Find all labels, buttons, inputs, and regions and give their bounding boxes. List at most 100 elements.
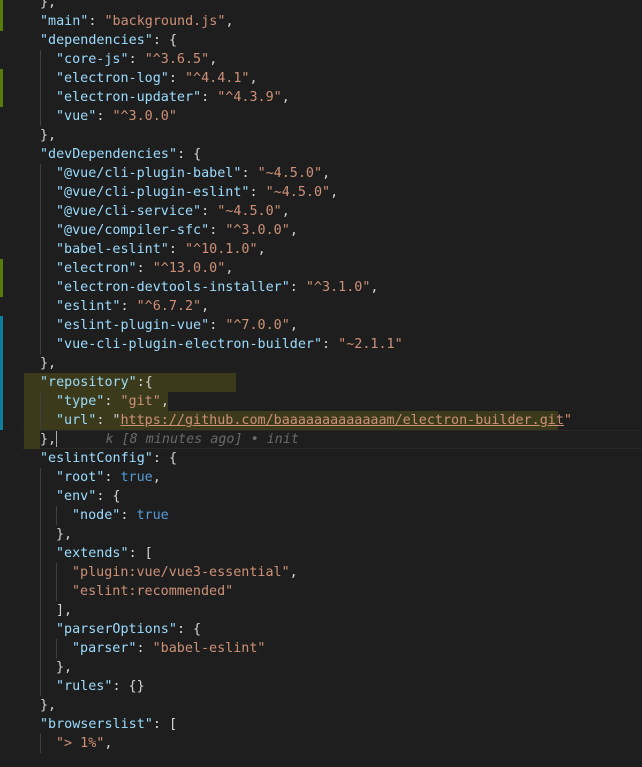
code-text[interactable]: "@vue/compiler-sfc": "^3.0.0", [56,221,298,240]
code-text[interactable]: ], [56,601,72,620]
code-text[interactable]: "url": "https://github.com/baaaaaaaaaaaa… [56,411,572,430]
code-text[interactable]: "electron-updater": "^4.3.9", [56,88,290,107]
code-text[interactable]: "node": true [72,506,169,525]
code-text[interactable]: "@vue/cli-service": "~4.5.0", [56,202,290,221]
code-line[interactable]: ], [0,601,642,620]
code-line[interactable]: }, [0,0,642,12]
code-line[interactable]: "> 1%", [0,734,642,753]
code-text[interactable]: "> 1%", [56,734,112,753]
code-line[interactable]: "main": "background.js", [0,12,642,31]
code-line[interactable]: "vue-cli-plugin-electron-builder": "~2.1… [0,335,642,354]
code-line[interactable]: "electron": "^13.0.0", [0,259,642,278]
code-text[interactable]: "electron-devtools-installer": "^3.1.0", [56,278,378,297]
code-token: : [ [128,546,153,561]
code-line[interactable]: "devDependencies": { [0,145,642,164]
code-line[interactable]: "dependencies": { [0,31,642,50]
code-line[interactable]: "@vue/cli-service": "~4.5.0", [0,202,642,221]
code-text[interactable]: }, [56,658,72,677]
gutter-change-marker[interactable] [0,316,3,335]
code-text[interactable]: "browserslist": [ [40,715,177,734]
code-line[interactable]: "parserOptions": { [0,620,642,639]
gutter-change-marker[interactable] [0,69,3,88]
code-text[interactable]: }, [56,525,72,544]
code-text[interactable]: "parserOptions": { [56,620,201,639]
code-text[interactable]: "devDependencies": { [40,145,201,164]
code-line[interactable]: "rules": {} [0,677,642,696]
code-text[interactable]: "main": "background.js", [40,12,234,31]
gutter-change-marker[interactable] [0,278,3,297]
code-text[interactable]: "repository":{ [40,373,153,392]
gutter-change-marker[interactable] [0,335,3,354]
code-line[interactable]: "url": "https://github.com/baaaaaaaaaaaa… [0,411,642,430]
code-text[interactable]: "eslint-plugin-vue": "^7.0.0", [56,316,298,335]
code-line[interactable]: }, [0,696,642,715]
gutter-change-marker[interactable] [0,411,3,430]
code-text[interactable]: }, [40,354,56,373]
code-line[interactable]: "eslint:recommended" [0,582,642,601]
code-text[interactable]: "dependencies": { [40,31,177,50]
code-text[interactable]: }, [40,696,56,715]
indent-guide [40,202,41,221]
code-line[interactable]: "root": true, [0,468,642,487]
code-line[interactable]: "electron-updater": "^4.3.9", [0,88,642,107]
gutter-change-marker[interactable] [0,259,3,278]
code-line[interactable]: "plugin:vue/vue3-essential", [0,563,642,582]
code-line[interactable]: "parser": "babel-eslint" [0,639,642,658]
code-line[interactable]: "babel-eslint": "^10.1.0", [0,240,642,259]
code-text[interactable]: "vue-cli-plugin-electron-builder": "~2.1… [56,335,403,354]
code-token: : [209,223,226,238]
code-text[interactable]: "env": { [56,487,121,506]
code-line[interactable]: "core-js": "^3.6.5", [0,50,642,69]
code-text[interactable]: "plugin:vue/vue3-essential", [72,563,298,582]
code-line[interactable]: "node": true [0,506,642,525]
code-line[interactable]: "eslint": "^6.7.2", [0,297,642,316]
gutter-change-marker[interactable] [0,392,3,411]
code-text[interactable]: "extends": [ [56,544,153,563]
gutter-change-marker[interactable] [0,373,3,392]
code-line[interactable]: "electron-devtools-installer": "^3.1.0", [0,278,642,297]
code-text[interactable]: "electron-log": "^4.4.1", [56,69,258,88]
code-line[interactable]: "vue": "^3.0.0" [0,107,642,126]
code-token: ], [56,603,73,618]
code-text[interactable]: "eslint": "^6.7.2", [56,297,209,316]
gutter-change-marker[interactable] [0,0,3,12]
code-text[interactable]: "rules": {} [56,677,145,696]
code-line[interactable]: }, [0,658,642,677]
code-text[interactable]: "core-js": "^3.6.5", [56,50,217,69]
code-text[interactable]: "root": true, [56,468,161,487]
code-line[interactable]: }, [0,354,642,373]
code-line[interactable]: "repository":{ [0,373,642,392]
code-line[interactable]: "electron-log": "^4.4.1", [0,69,642,88]
code-line[interactable]: }, [0,525,642,544]
code-line[interactable]: "env": { [0,487,642,506]
code-text[interactable]: "babel-eslint": "^10.1.0", [56,240,266,259]
code-text[interactable]: "type": "git", [56,392,169,411]
code-line[interactable]: "eslint-plugin-vue": "^7.0.0", [0,316,642,335]
code-token: " [563,413,572,428]
code-line[interactable]: "type": "git", [0,392,642,411]
code-line[interactable]: "eslintConfig": { [0,449,642,468]
code-line[interactable]: }, [0,126,642,145]
code-text[interactable]: "@vue/cli-plugin-babel": "~4.5.0", [56,164,330,183]
code-text[interactable]: }, [40,0,56,12]
gutter-change-marker[interactable] [0,88,3,107]
code-text[interactable]: "parser": "babel-eslint" [72,639,266,658]
code-line[interactable]: "@vue/cli-plugin-babel": "~4.5.0", [0,164,642,183]
code-line[interactable]: "@vue/cli-plugin-eslint": "~4.5.0", [0,183,642,202]
gutter-change-marker[interactable] [0,354,3,373]
code-text[interactable]: }, k [8 minutes ago] • init [40,430,299,449]
code-line[interactable]: "extends": [ [0,544,642,563]
code-text[interactable]: "eslint:recommended" [72,582,233,601]
code-editor[interactable]: }, "main": "background.js", "dependencies"… [0,0,642,767]
code-line[interactable]: "browserslist": [ [0,715,642,734]
code-text[interactable]: "vue": "^3.0.0" [56,107,177,126]
code-text[interactable]: "@vue/cli-plugin-eslint": "~4.5.0", [56,183,338,202]
code-text[interactable]: }, [40,126,56,145]
code-text[interactable]: "eslintConfig": { [40,449,177,468]
code-token: : [88,14,105,29]
code-line[interactable]: "@vue/compiler-sfc": "^3.0.0", [0,221,642,240]
code-line[interactable]: }, k [8 minutes ago] • init [0,430,642,449]
code-token: : [120,508,137,523]
gutter-change-marker[interactable] [0,12,3,31]
code-text[interactable]: "electron": "^13.0.0", [56,259,233,278]
